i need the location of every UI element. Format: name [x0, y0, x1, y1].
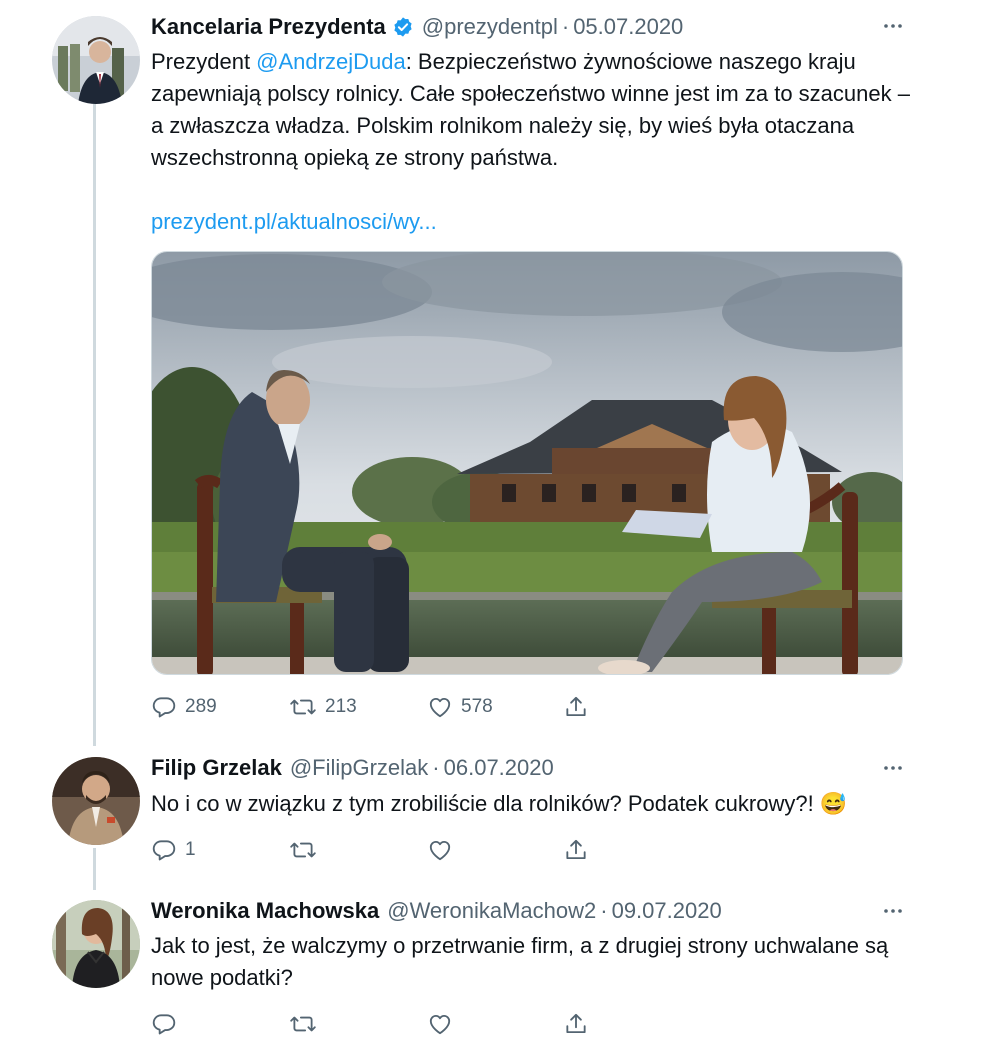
tweet-actions: 289 213 578	[151, 690, 611, 724]
mention-link[interactable]: @AndrzejDuda	[256, 49, 406, 74]
heart-icon	[429, 697, 451, 718]
like-count: 578	[461, 696, 493, 717]
avatar-filip[interactable]	[52, 757, 140, 845]
heart-icon	[429, 1014, 451, 1035]
author-name[interactable]: Filip Grzelak	[151, 755, 282, 781]
avatar-weronika[interactable]	[52, 900, 140, 988]
tweet-header: Kancelaria Prezydenta @prezydentpl · 05.…	[151, 12, 683, 42]
tweet-text-prefix: Prezydent	[151, 49, 257, 74]
author-handle[interactable]: @prezydentpl	[422, 14, 558, 40]
more-dots-icon[interactable]	[881, 758, 905, 778]
retweet-button[interactable]	[289, 1007, 325, 1041]
author-name[interactable]: Kancelaria Prezydenta	[151, 14, 386, 40]
author-handle[interactable]: @WeronikaMachow2	[387, 898, 596, 924]
retweet-icon	[290, 842, 316, 858]
retweet-button[interactable]: 213	[289, 690, 357, 724]
share-icon	[566, 696, 586, 717]
retweet-icon	[290, 699, 316, 715]
reply-button[interactable]: 1	[151, 833, 196, 867]
dot-separator: ·	[561, 14, 570, 39]
tweet-date[interactable]: 05.07.2020	[573, 14, 683, 40]
tweet-header: Filip Grzelak @FilipGrzelak · 06.07.2020	[151, 753, 554, 783]
tweet-actions: 1	[151, 833, 611, 867]
heart-icon	[429, 840, 451, 861]
tweet-actions	[151, 1007, 611, 1041]
more-dots-icon[interactable]	[881, 901, 905, 921]
tweet-text: Jak to jest, że walczymy o przetrwanie f…	[151, 933, 889, 990]
tweet-date[interactable]: 09.07.2020	[612, 898, 722, 924]
reply-count: 289	[185, 696, 217, 717]
tweet-date[interactable]: 06.07.2020	[444, 755, 554, 781]
author-name[interactable]: Weronika Machowska	[151, 898, 379, 924]
reply-button[interactable]	[151, 1007, 185, 1041]
reply-button[interactable]: 289	[151, 690, 217, 724]
retweet-icon	[290, 1016, 316, 1032]
share-button[interactable]	[563, 690, 589, 724]
author-handle[interactable]: @FilipGrzelak	[290, 755, 428, 781]
reply-icon	[152, 840, 176, 861]
verified-badge-icon	[392, 16, 414, 38]
like-button[interactable]: 578	[427, 690, 493, 724]
like-button[interactable]	[427, 833, 461, 867]
tweet-text: No i co w związku z tym zrobiliście dla …	[151, 791, 848, 816]
tweet-header: Weronika Machowska @WeronikaMachow2 · 09…	[151, 896, 722, 926]
share-icon	[566, 1013, 586, 1034]
reply-count: 1	[185, 839, 196, 860]
tweet-photo[interactable]	[151, 251, 903, 675]
reply-icon	[152, 1014, 176, 1035]
avatar-kancelaria[interactable]	[52, 16, 140, 104]
like-button[interactable]	[427, 1007, 461, 1041]
tweet-text: Prezydent @AndrzejDuda: Bezpieczeństwo ż…	[151, 46, 911, 174]
share-icon	[566, 839, 586, 860]
share-button[interactable]	[563, 833, 589, 867]
article-link[interactable]: prezydent.pl/aktualnosci/wy...	[151, 206, 437, 238]
retweet-button[interactable]	[289, 833, 325, 867]
reply-icon	[152, 697, 176, 718]
thread-line-2	[93, 848, 96, 890]
thread-line-1	[93, 104, 96, 746]
share-button[interactable]	[563, 1007, 589, 1041]
dot-separator: ·	[432, 755, 440, 780]
dot-separator: ·	[600, 898, 608, 923]
more-dots-icon[interactable]	[881, 16, 905, 36]
retweet-count: 213	[325, 696, 357, 717]
